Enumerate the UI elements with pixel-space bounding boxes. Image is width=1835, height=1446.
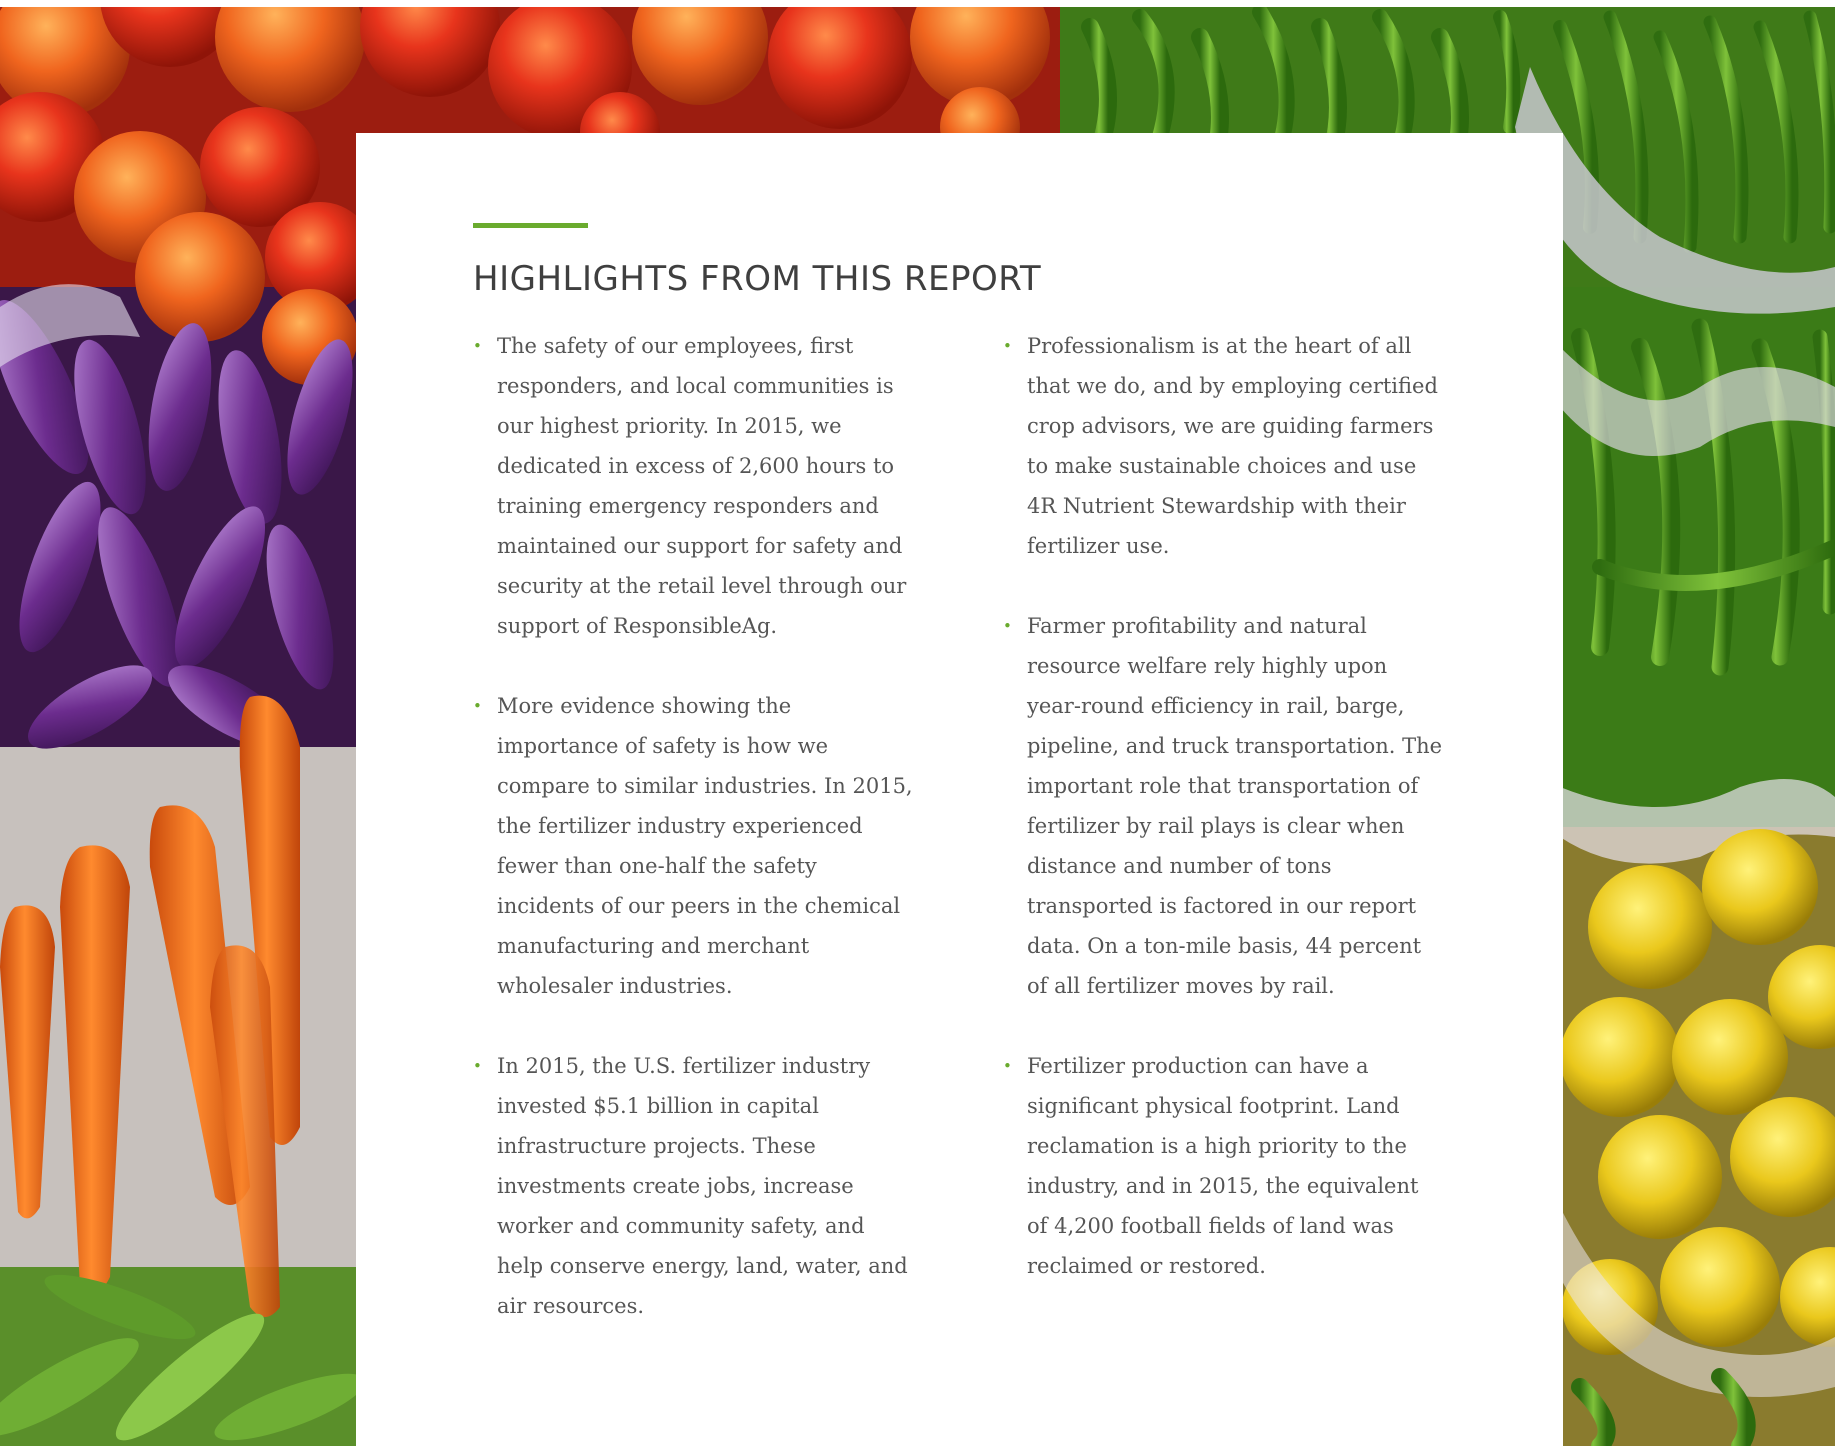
highlights-card: HIGHLIGHTS FROM THIS REPORT • The safety… [356, 133, 1563, 1446]
report-page: HIGHLIGHTS FROM THIS REPORT • The safety… [0, 0, 1835, 1446]
highlight-item: • Fertilizer production can have a signi… [1003, 1046, 1443, 1286]
highlight-text: Fertilizer production can have a signifi… [1027, 1054, 1419, 1278]
page-title: HIGHLIGHTS FROM THIS REPORT [473, 259, 1042, 299]
accent-rule [473, 223, 588, 228]
highlight-item: • More evidence showing the importance o… [473, 686, 913, 1006]
highlights-list-right: • Professionalism is at the heart of all… [1003, 326, 1443, 1326]
highlight-item: • In 2015, the U.S. fertilizer industry … [473, 1046, 913, 1326]
bullet-icon: • [1003, 617, 1012, 635]
highlight-text: The safety of our employees, first respo… [497, 334, 907, 638]
bullet-icon: • [1003, 337, 1012, 355]
bullet-icon: • [473, 337, 482, 355]
bullet-icon: • [473, 1057, 482, 1075]
highlight-item: • Farmer profitability and natural resou… [1003, 606, 1443, 1006]
top-margin [0, 0, 1835, 7]
highlight-item: • The safety of our employees, first res… [473, 326, 913, 646]
highlight-text: In 2015, the U.S. fertilizer industry in… [497, 1054, 908, 1318]
highlight-text: Professionalism is at the heart of all t… [1027, 334, 1438, 558]
highlight-text: Farmer profitability and natural resourc… [1027, 614, 1443, 998]
bullet-icon: • [1003, 1057, 1012, 1075]
highlight-text: More evidence showing the importance of … [497, 694, 913, 998]
highlight-item: • Professionalism is at the heart of all… [1003, 326, 1443, 566]
highlights-list-left: • The safety of our employees, first res… [473, 326, 913, 1366]
bullet-icon: • [473, 697, 482, 715]
